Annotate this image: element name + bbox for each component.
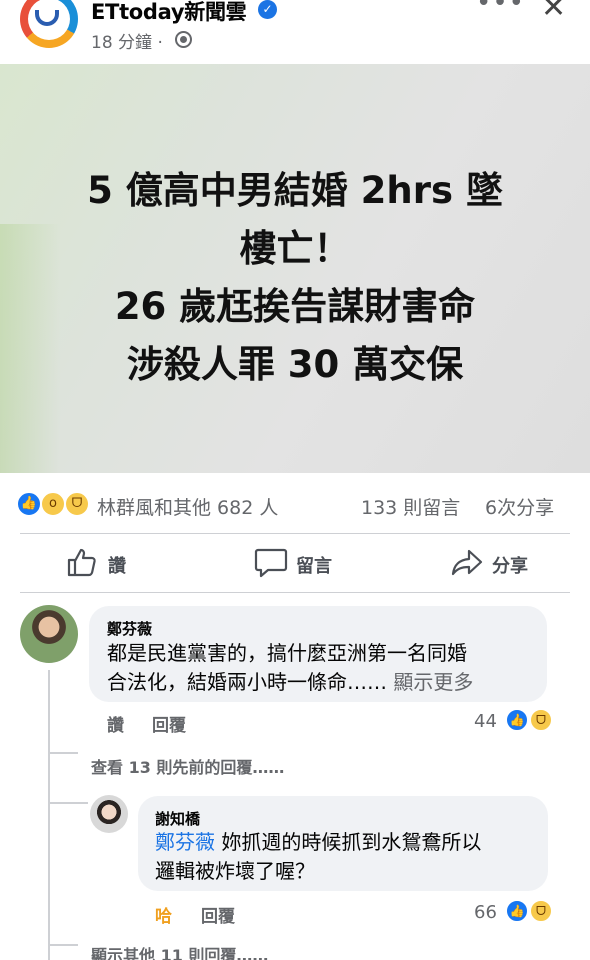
reactions-summary: 👍 o ᗜ 林群風和其他 682 人 133 則留言 6次分享 [0, 487, 590, 521]
comment-reaction-count[interactable]: 44 [474, 711, 497, 732]
more-options-icon[interactable]: ••• [476, 0, 525, 18]
like-icon: 👍 [505, 899, 529, 923]
show-more-replies[interactable]: 顯示其他 11 則回覆…… [91, 942, 268, 960]
like-button[interactable]: 讚 [66, 546, 146, 582]
see-more-link[interactable]: 顯示更多 [393, 670, 473, 694]
replier-avatar[interactable] [90, 795, 128, 833]
reply-button[interactable]: 回覆 [152, 711, 186, 736]
comment-text: 都是民進黨害的，搞什麼亞洲第一名同婚 合法化，結婚兩小時一條命…… 顯示更多 [107, 639, 473, 697]
share-count[interactable]: 6次分享 [485, 493, 554, 520]
comment-line-text: 合法化，結婚兩小時一條命…… [107, 670, 387, 694]
haha-icon[interactable]: ᗜ [64, 491, 90, 517]
mention-link[interactable]: 鄭芬薇 [155, 830, 215, 854]
wow-icon[interactable]: o [40, 491, 66, 517]
haha-icon: ᗜ [529, 708, 553, 732]
view-previous-replies[interactable]: 查看 13 則先前的回覆…… [91, 754, 284, 778]
like-comment-button[interactable]: 讚 [107, 711, 124, 736]
post-time[interactable]: 18 分鐘 · [91, 28, 163, 53]
share-button[interactable]: 分享 [450, 546, 550, 582]
commenter-avatar[interactable] [20, 605, 78, 663]
thread-branch [48, 802, 88, 804]
headline-line: 26 歲尪挨告謀財害命 [114, 285, 476, 328]
comment-line: 合法化，結婚兩小時一條命…… 顯示更多 [107, 668, 473, 697]
reply-line: 鄭芬薇 妳抓週的時候抓到水鴛鴦所以 [155, 828, 481, 857]
divider [20, 592, 570, 593]
reply-line-text: 妳抓週的時候抓到水鴛鴦所以 [221, 830, 482, 854]
commenter-name[interactable]: 鄭芬薇 [107, 618, 152, 639]
comment-icon [254, 548, 288, 578]
divider [20, 533, 570, 534]
reply-line: 邏輯被炸壞了喔？ [155, 859, 315, 883]
reply-text: 鄭芬薇 妳抓週的時候抓到水鴛鴦所以 邏輯被炸壞了喔？ [155, 828, 481, 886]
reply-bubble: 謝知橋 鄭芬薇 妳抓週的時候抓到水鴛鴦所以 邏輯被炸壞了喔？ [138, 796, 548, 891]
headline-line: 樓亡！ [239, 227, 351, 270]
post-image[interactable]: 5 億高中男結婚 2hrs 墜 樓亡！ 26 歲尪挨告謀財害命 涉殺人罪 30 … [0, 64, 590, 473]
comment-line: 都是民進黨害的，搞什麼亞洲第一名同婚 [107, 641, 467, 665]
comment-bubble: 鄭芬薇 都是民進黨害的，搞什麼亞洲第一名同婚 合法化，結婚兩小時一條命…… 顯示… [89, 606, 547, 702]
like-icon[interactable]: 👍 [16, 491, 42, 517]
verified-badge-icon: ✓ [258, 0, 277, 19]
globe-icon [175, 31, 192, 48]
headline-line: 涉殺人罪 30 萬交保 [126, 343, 464, 386]
thread-line [48, 670, 50, 960]
thumbs-up-icon [67, 548, 96, 577]
comment-count[interactable]: 133 則留言 [361, 493, 460, 520]
post-headline: 5 億高中男結婚 2hrs 墜 樓亡！ 26 歲尪挨告謀財害命 涉殺人罪 30 … [40, 162, 550, 394]
thread-branch [48, 944, 78, 946]
like-label: 讚 [108, 556, 126, 577]
haha-icon: ᗜ [529, 899, 553, 923]
thread-branch [48, 752, 78, 754]
comment-button[interactable]: 留言 [254, 546, 354, 582]
reaction-names[interactable]: 林群風和其他 682 人 [97, 493, 278, 520]
share-label: 分享 [492, 556, 528, 577]
post-header: ETtoday新聞雲 ✓ 18 分鐘 · ••• ✕ [0, 0, 590, 62]
comment-label: 留言 [296, 556, 332, 577]
haha-reaction-button[interactable]: 哈 [155, 902, 172, 927]
share-icon [451, 549, 483, 576]
reply-reaction-count[interactable]: 66 [474, 902, 497, 923]
page-name[interactable]: ETtoday新聞雲 [91, 0, 247, 26]
like-icon: 👍 [505, 708, 529, 732]
close-icon[interactable]: ✕ [541, 0, 566, 25]
replier-name[interactable]: 謝知橋 [155, 808, 200, 829]
reply-button[interactable]: 回覆 [201, 902, 235, 927]
headline-line: 5 億高中男結婚 2hrs 墜 [87, 169, 503, 212]
